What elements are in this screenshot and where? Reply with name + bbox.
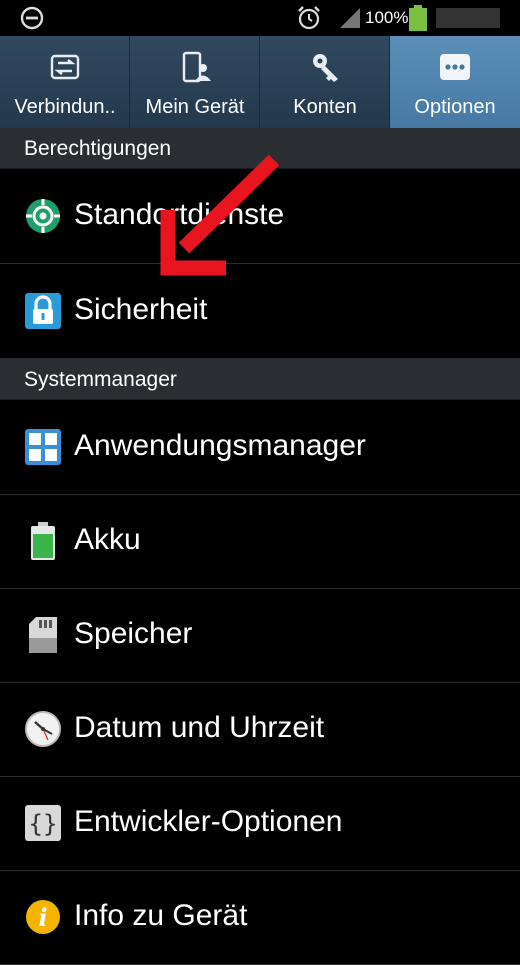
- lock-icon: [25, 293, 61, 329]
- location-icon: [26, 199, 60, 233]
- item-label: Datum und Uhrzeit: [74, 711, 325, 744]
- svg-text:{}: {}: [29, 810, 58, 838]
- section-title: Systemmanager: [24, 368, 177, 391]
- tab-accounts[interactable]: Konten: [260, 36, 390, 128]
- list-item-battery[interactable]: Akku: [0, 494, 520, 589]
- list-item-location[interactable]: Standortdienste: [0, 169, 520, 264]
- do-not-disturb-icon: [20, 6, 44, 30]
- key-icon: [313, 54, 338, 82]
- item-label: Speicher: [74, 617, 193, 650]
- more-options-icon: [440, 54, 470, 80]
- tab-options[interactable]: Optionen: [390, 36, 520, 128]
- item-label: Anwendungsmanager: [74, 429, 366, 462]
- section-title: Berechtigungen: [24, 137, 172, 160]
- sd-card-icon: [29, 617, 57, 653]
- battery-status-icon: [409, 5, 427, 31]
- info-icon: i: [26, 900, 60, 934]
- item-label: Entwickler-Optionen: [74, 805, 343, 838]
- section-header-system-manager: Systemmanager: [0, 359, 520, 400]
- list-item-device-info[interactable]: i Info zu Gerät: [0, 870, 520, 965]
- tab-connections[interactable]: Verbindun..: [0, 36, 130, 128]
- tab-my-device[interactable]: Mein Gerät: [130, 36, 260, 128]
- tab-label: Verbindun..: [14, 96, 116, 118]
- tab-label: Optionen: [414, 96, 496, 118]
- tab-label: Konten: [293, 96, 357, 118]
- list-item-application-manager[interactable]: Anwendungsmanager: [0, 400, 520, 495]
- settings-tabs: Verbindun.. Mein Gerät Konten Optionen: [0, 36, 520, 128]
- battery-icon: [31, 522, 55, 560]
- connections-icon: [50, 54, 80, 80]
- svg-text:i: i: [38, 903, 47, 932]
- apps-grid-icon: [25, 429, 61, 465]
- signal-icon: [340, 8, 360, 28]
- clock-icon: [25, 711, 61, 747]
- list-item-developer-options[interactable]: {} Entwickler-Optionen: [0, 776, 520, 871]
- device-icon: [182, 51, 211, 83]
- item-label: Info zu Gerät: [74, 899, 248, 932]
- section-header-permissions: Berechtigungen: [0, 128, 520, 169]
- alarm-icon: [298, 6, 320, 30]
- item-label: Standortdienste: [74, 198, 285, 231]
- status-bar: 100%: [0, 0, 520, 36]
- battery-percent: 100%: [365, 8, 409, 27]
- list-item-storage[interactable]: Speicher: [0, 588, 520, 683]
- list-item-date-time[interactable]: Datum und Uhrzeit: [0, 682, 520, 777]
- redacted-area: [436, 8, 500, 28]
- item-label: Sicherheit: [74, 293, 208, 326]
- item-label: Akku: [74, 523, 141, 556]
- braces-icon: {}: [25, 805, 61, 841]
- tab-label: Mein Gerät: [145, 96, 245, 118]
- list-item-security[interactable]: Sicherheit: [0, 264, 520, 359]
